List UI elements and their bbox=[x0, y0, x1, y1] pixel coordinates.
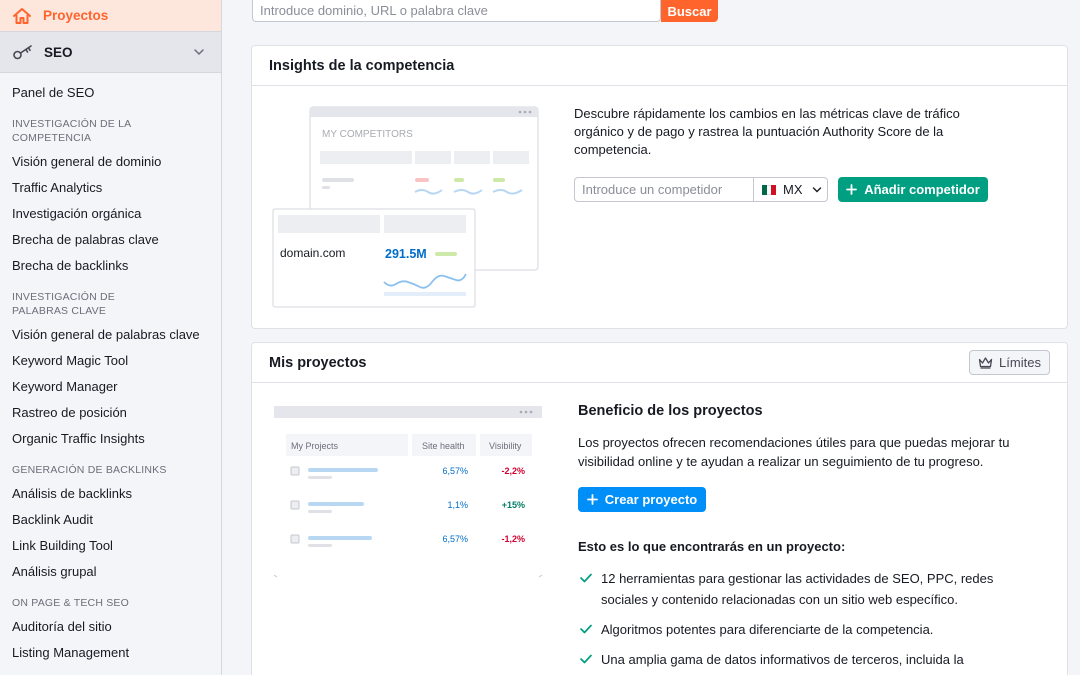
search-button[interactable]: Buscar bbox=[661, 0, 718, 22]
main-content: Buscar Insights de la competencia MY COM… bbox=[222, 0, 1080, 675]
check-icon bbox=[580, 573, 592, 583]
sidebar-group-seo[interactable]: SEO bbox=[0, 31, 221, 73]
sidebar-item[interactable]: Investigación orgánica bbox=[0, 201, 221, 227]
check-icon bbox=[580, 654, 592, 664]
sidebar-item[interactable]: Keyword Manager bbox=[0, 374, 221, 400]
competitor-insights-card: Insights de la competencia MY COMPETITOR… bbox=[251, 45, 1068, 329]
chevron-down-icon[interactable] bbox=[193, 46, 205, 58]
check-icon bbox=[580, 624, 592, 634]
illustration-health-value: 6,57% bbox=[442, 466, 468, 476]
sidebar-item[interactable]: Keyword Magic Tool bbox=[0, 348, 221, 374]
features-list: 12 herramientas para gestionar las activ… bbox=[578, 568, 998, 675]
illustration-rows: 6,57% -2,2% 1,1% +15% 6,57% -1,2% bbox=[290, 466, 525, 547]
competitor-input-box bbox=[574, 177, 754, 202]
benefit-title: Beneficio de los proyectos bbox=[578, 403, 763, 419]
illustration-bar bbox=[308, 468, 378, 472]
sidebar-item[interactable]: Visión general de dominio bbox=[0, 149, 221, 175]
feature-text: 12 herramientas para gestionar las activ… bbox=[601, 571, 994, 607]
sidebar-item[interactable]: Auditoría del sitio bbox=[0, 614, 221, 640]
sidebar-item-label: Proyectos bbox=[43, 8, 109, 23]
mexico-flag-icon bbox=[762, 184, 777, 195]
illustration-domain: domain.com bbox=[280, 246, 345, 260]
illustration-bar bbox=[308, 510, 332, 513]
illustration-checkbox bbox=[290, 534, 300, 544]
illustration-col-visibility: Visibility bbox=[489, 441, 522, 451]
home-icon bbox=[13, 7, 31, 24]
sidebar-group-label: SEO bbox=[44, 44, 73, 60]
limits-label: Límites bbox=[999, 355, 1041, 370]
sidebar-item[interactable]: Panel de SEO bbox=[0, 80, 221, 106]
illustration-visibility-value: -1,2% bbox=[501, 534, 525, 544]
crown-icon bbox=[978, 357, 993, 369]
country-code: MX bbox=[783, 182, 803, 197]
sidebar-item[interactable]: Traffic Analytics bbox=[0, 175, 221, 201]
card-title: Insights de la competencia bbox=[252, 46, 1067, 86]
feature-item: Algoritmos potentes para diferenciarte d… bbox=[578, 619, 998, 640]
plus-icon bbox=[586, 494, 598, 505]
competitor-input[interactable] bbox=[575, 178, 753, 201]
projects-illustration: My Projects Site health Visibility 6,57%… bbox=[274, 406, 543, 578]
country-select[interactable]: MX bbox=[753, 177, 828, 202]
illustration-checkbox bbox=[290, 500, 300, 510]
sidebar-item[interactable]: Brecha de backlinks bbox=[0, 253, 221, 279]
sidebar-item-projects[interactable]: Proyectos bbox=[0, 0, 221, 31]
insights-description: Descubre rápidamente los cambios en las … bbox=[574, 106, 960, 157]
my-projects-card: Mis proyectos Límites My Projects Site h… bbox=[251, 342, 1068, 675]
benefit-description: Los proyectos ofrecen recomendaciones út… bbox=[578, 435, 1010, 469]
feature-item: 12 herramientas para gestionar las activ… bbox=[578, 568, 998, 610]
sidebar-nav: Panel de SEO INVESTIGACIÓN DE LA COMPETEN… bbox=[0, 73, 221, 666]
limits-button[interactable]: Límites bbox=[969, 350, 1050, 375]
chevron-down-icon bbox=[812, 186, 821, 192]
sidebar-item[interactable]: Link Building Tool bbox=[0, 533, 221, 559]
search-input[interactable] bbox=[253, 0, 660, 21]
illustration-health-value: 1,1% bbox=[447, 500, 468, 510]
illustration-health-value: 6,57% bbox=[442, 534, 468, 544]
sidebar-item[interactable]: Análisis grupal bbox=[0, 559, 221, 585]
illustration-visibility-value: +15% bbox=[502, 500, 525, 510]
feature-text: Algoritmos potentes para diferenciarte d… bbox=[601, 622, 934, 637]
illustration-col-health: Site health bbox=[422, 441, 465, 451]
plus-icon bbox=[846, 184, 858, 195]
sidebar-item[interactable]: Backlink Audit bbox=[0, 507, 221, 533]
feature-text: Una amplia gama de datos informativos de… bbox=[601, 652, 964, 667]
sidebar-section-heading: ON PAGE & TECH SEO bbox=[12, 597, 129, 609]
illustration-bar bbox=[308, 544, 332, 547]
illustration-checkbox bbox=[290, 466, 300, 476]
sidebar-item[interactable]: Organic Traffic Insights bbox=[0, 426, 221, 452]
illustration-col-projects: My Projects bbox=[291, 441, 339, 451]
feature-item: Una amplia gama de datos informativos de… bbox=[578, 649, 998, 670]
competitors-illustration: MY COMPETITORS domain.com 291.5M bbox=[272, 106, 539, 308]
sidebar-section-heading: GENERACIÓN DE BACKLINKS bbox=[12, 464, 167, 476]
sidebar: Proyectos SEO Panel de SEO INVESTIGACIÓN … bbox=[0, 0, 222, 675]
illustration-bar bbox=[308, 502, 364, 506]
illustration-value: 291.5M bbox=[385, 247, 427, 261]
illustration-bar bbox=[308, 476, 332, 479]
card-title: Mis proyectos bbox=[252, 343, 1067, 383]
sidebar-item[interactable]: Listing Management bbox=[0, 640, 221, 666]
sidebar-item[interactable]: Brecha de palabras clave bbox=[0, 227, 221, 253]
create-project-button[interactable]: Crear proyecto bbox=[578, 487, 706, 512]
features-title: Esto es lo que encontrarás en un proyect… bbox=[578, 539, 846, 554]
sidebar-section-heading: INVESTIGACIÓN DE LA COMPETENCIA bbox=[12, 118, 131, 144]
illustration-header: MY COMPETITORS bbox=[322, 129, 413, 140]
illustration-bar bbox=[308, 536, 372, 540]
sidebar-section-heading: INVESTIGACIÓN DE PALABRAS CLAVE bbox=[12, 291, 115, 317]
add-competitor-button[interactable]: Añadir competidor bbox=[838, 177, 988, 202]
search-box bbox=[252, 0, 661, 22]
create-project-label: Crear proyecto bbox=[604, 492, 698, 507]
illustration-visibility-value: -2,2% bbox=[501, 466, 525, 476]
sidebar-item[interactable]: Visión general de palabras clave bbox=[0, 322, 221, 348]
sidebar-item[interactable]: Análisis de backlinks bbox=[0, 481, 221, 507]
key-icon bbox=[13, 45, 32, 60]
sidebar-item[interactable]: Rastreo de posición bbox=[0, 400, 221, 426]
add-competitor-label: Añadir competidor bbox=[864, 182, 980, 197]
